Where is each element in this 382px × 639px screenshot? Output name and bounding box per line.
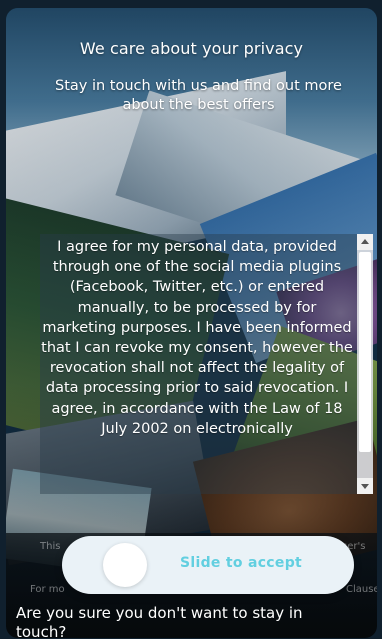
consent-scroll-box[interactable]: I agree for my personal data, provided t… (40, 234, 373, 494)
scroll-thumb[interactable] (359, 252, 371, 452)
privacy-subtitle: Stay in touch with us and find out more … (55, 78, 342, 113)
privacy-title: We care about your privacy (79, 39, 304, 58)
footer-note-fragment: Clause (346, 584, 377, 595)
slide-to-accept-slider[interactable]: Slide to accept (62, 536, 354, 594)
consent-panel: We care about your privacy Stay in touch… (6, 8, 377, 638)
scroll-down-arrow-icon[interactable] (357, 478, 373, 494)
privacy-overlay: We care about your privacy Stay in touch… (0, 0, 382, 639)
consent-scrollbar[interactable] (357, 234, 373, 494)
footer-note-fragment: For mo (30, 584, 65, 595)
scroll-up-arrow-icon[interactable] (357, 234, 373, 250)
slider-knob[interactable] (103, 543, 147, 587)
decline-question: Are you sure you don't want to stay in t… (16, 604, 303, 638)
slider-label: Slide to accept (180, 555, 303, 571)
footer-note-fragment: This (40, 541, 61, 552)
consent-text: I agree for my personal data, provided t… (41, 239, 353, 437)
